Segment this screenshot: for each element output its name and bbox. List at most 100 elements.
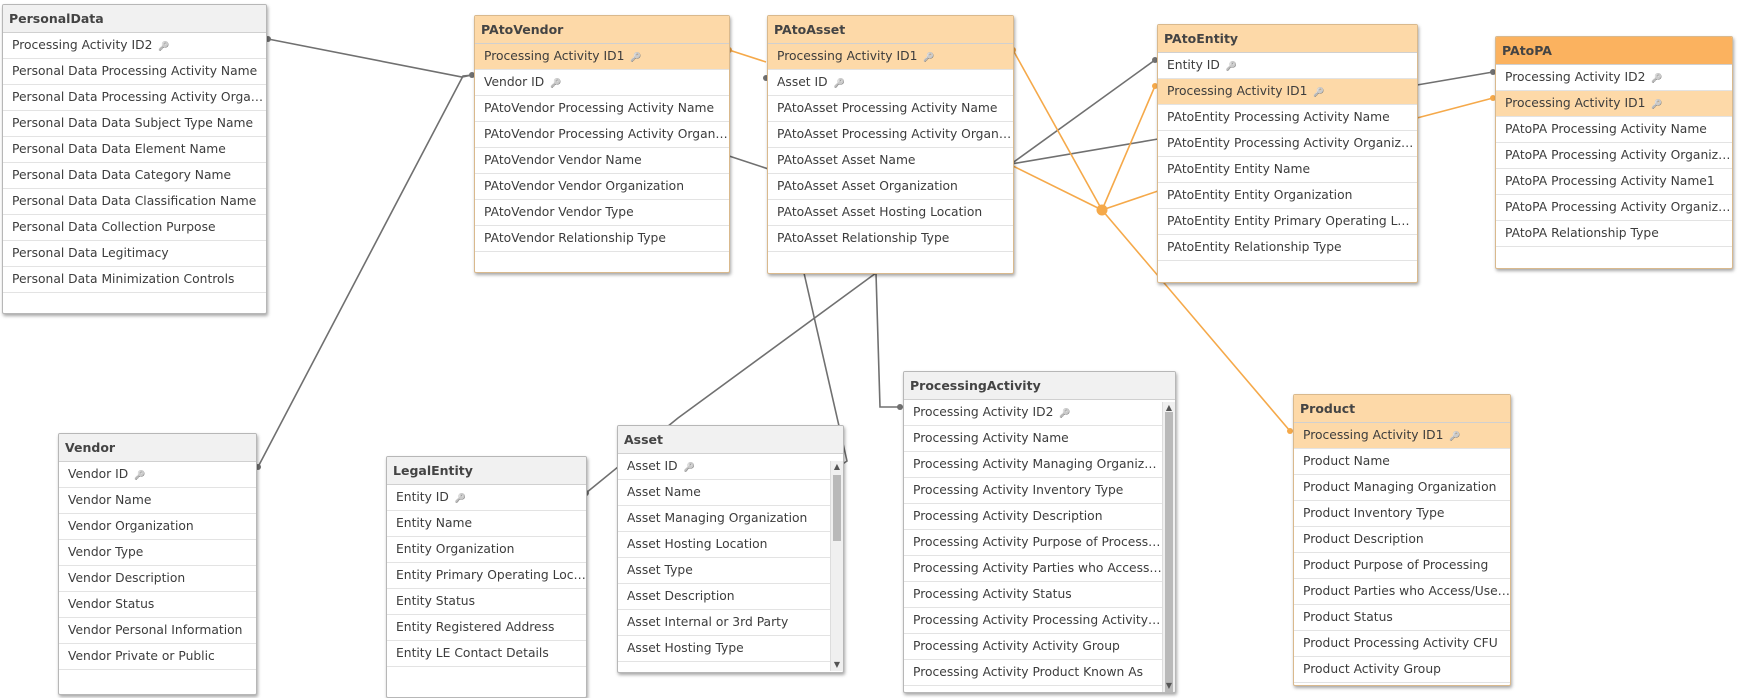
table-personaldata[interactable]: PersonalData Processing Activity ID2 🔑 Pers… xyxy=(2,4,267,314)
field-row[interactable]: Personal Data Minimization Controls xyxy=(3,267,266,293)
table-title[interactable]: PAtoAsset xyxy=(768,16,1013,44)
scroll-down-icon[interactable]: ▼ xyxy=(1164,681,1174,691)
field-row[interactable]: Entity ID 🔑 xyxy=(387,485,586,511)
scroll-up-icon[interactable]: ▲ xyxy=(832,462,842,472)
field-row[interactable]: PAtoVendor Vendor Type xyxy=(475,200,729,226)
field-row[interactable]: Vendor Status xyxy=(59,592,256,618)
field-row[interactable]: PAtoPA Relationship Type xyxy=(1496,221,1732,247)
field-row[interactable]: Asset Internal or 3rd Party xyxy=(618,610,830,636)
field-row[interactable]: Personal Data Processing Activity Name xyxy=(3,59,266,85)
field-row[interactable]: Product Activity Group xyxy=(1294,657,1510,683)
field-row[interactable]: Vendor Personal Information xyxy=(59,618,256,644)
field-row[interactable]: Vendor ID 🔑 xyxy=(475,70,729,96)
field-row[interactable]: Processing Activity Parties who Access/U… xyxy=(904,556,1162,582)
field-row[interactable]: Entity Primary Operating Location xyxy=(387,563,586,589)
table-title[interactable]: PAtoVendor xyxy=(475,16,729,44)
field-row[interactable]: Product Purpose of Processing xyxy=(1294,553,1510,579)
scrollbar[interactable]: ▲ ▼ xyxy=(830,461,843,671)
field-row[interactable]: PAtoEntity Relationship Type xyxy=(1158,235,1417,261)
scrollbar-thumb[interactable] xyxy=(833,475,841,541)
field-row[interactable]: Asset Description xyxy=(618,584,830,610)
field-row[interactable]: Processing Activity Status xyxy=(904,582,1162,608)
field-row[interactable]: Product Description xyxy=(1294,527,1510,553)
table-title[interactable]: LegalEntity xyxy=(387,457,586,485)
table-vendor[interactable]: Vendor Vendor ID 🔑 Vendor Name Vendor Organi… xyxy=(58,433,257,695)
field-row[interactable]: Asset Hosting Type xyxy=(618,636,830,662)
field-row[interactable]: PAtoPA Processing Activity Organization xyxy=(1496,143,1732,169)
table-title[interactable]: Vendor xyxy=(59,434,256,462)
field-row[interactable]: PAtoEntity Entity Name xyxy=(1158,157,1417,183)
table-patopa[interactable]: PAtoPA Processing Activity ID2 🔑 Processing… xyxy=(1495,36,1733,269)
table-title[interactable]: PAtoEntity xyxy=(1158,25,1417,53)
field-row[interactable]: PAtoEntity Entity Primary Operating Loca… xyxy=(1158,209,1417,235)
field-row[interactable]: PAtoPA Processing Activity Name xyxy=(1496,117,1732,143)
field-row[interactable]: Asset ID 🔑 xyxy=(768,70,1013,96)
field-row[interactable]: Vendor Private or Public xyxy=(59,644,256,670)
table-patovendor[interactable]: PAtoVendor Processing Activity ID1 🔑 Vendor… xyxy=(474,15,730,273)
field-row[interactable]: Entity Registered Address xyxy=(387,615,586,641)
table-patoentity[interactable]: PAtoEntity Entity ID 🔑 Processing Activity … xyxy=(1157,24,1418,283)
field-row[interactable]: PAtoVendor Processing Activity Organizat… xyxy=(475,122,729,148)
table-processingactivity[interactable]: ProcessingActivity Processing Activity ID… xyxy=(903,371,1176,693)
field-row[interactable]: Vendor Type xyxy=(59,540,256,566)
field-row[interactable]: PAtoAsset Asset Organization xyxy=(768,174,1013,200)
field-row[interactable]: Vendor Description xyxy=(59,566,256,592)
table-product[interactable]: Product Processing Activity ID1 🔑 Product N… xyxy=(1293,394,1511,686)
table-asset[interactable]: Asset Asset ID 🔑 Asset Name Asset Managing O… xyxy=(617,425,844,673)
field-row[interactable]: Entity Name xyxy=(387,511,586,537)
field-row[interactable]: Processing Activity ID1 🔑 xyxy=(768,44,1013,70)
field-row[interactable]: Processing Activity Processing Activity … xyxy=(904,608,1162,634)
table-title[interactable]: Asset xyxy=(618,426,843,454)
field-row[interactable]: PAtoVendor Vendor Name xyxy=(475,148,729,174)
field-row[interactable]: Processing Activity ID2 🔑 xyxy=(3,33,266,59)
field-row[interactable]: Processing Activity ID1 🔑 xyxy=(1294,423,1510,449)
field-row[interactable]: Processing Activity Description xyxy=(904,504,1162,530)
scroll-down-icon[interactable]: ▼ xyxy=(832,660,842,670)
field-row[interactable]: PAtoAsset Processing Activity Name xyxy=(768,96,1013,122)
field-row[interactable]: Processing Activity ID1 🔑 xyxy=(1496,91,1732,117)
field-row[interactable]: Asset Hosting Location xyxy=(618,532,830,558)
scrollbar-thumb[interactable] xyxy=(1165,412,1173,692)
field-row[interactable]: Processing Activity Managing Organizatio… xyxy=(904,452,1162,478)
field-row[interactable]: Asset Name xyxy=(618,480,830,506)
table-title[interactable]: Product xyxy=(1294,395,1510,423)
field-row[interactable]: Vendor Organization xyxy=(59,514,256,540)
field-row[interactable]: Product Parties who Access/Use Data xyxy=(1294,579,1510,605)
field-row[interactable]: Personal Data Collection Purpose xyxy=(3,215,266,241)
field-row[interactable]: Processing Activity Activity Group xyxy=(904,634,1162,660)
field-row[interactable]: Processing Activity ID1 🔑 xyxy=(475,44,729,70)
field-row[interactable]: PAtoPA Processing Activity Name1 xyxy=(1496,169,1732,195)
field-row[interactable]: Processing Activity ID2 🔑 xyxy=(904,400,1162,426)
field-row[interactable]: Product Managing Organization xyxy=(1294,475,1510,501)
field-row[interactable]: PAtoAsset Relationship Type xyxy=(768,226,1013,252)
field-row[interactable]: PAtoEntity Processing Activity Organizat… xyxy=(1158,131,1417,157)
field-row[interactable]: Personal Data Data Category Name xyxy=(3,163,266,189)
field-row[interactable]: Personal Data Legitimacy xyxy=(3,241,266,267)
field-row[interactable]: Product Processing Activity CFU xyxy=(1294,631,1510,657)
table-patoasset[interactable]: PAtoAsset Processing Activity ID1 🔑 Asset I… xyxy=(767,15,1014,274)
table-title[interactable]: PersonalData xyxy=(3,5,266,33)
field-row[interactable]: Processing Activity ID1 🔑 xyxy=(1158,79,1417,105)
field-row[interactable]: PAtoAsset Asset Name xyxy=(768,148,1013,174)
field-row[interactable]: Processing Activity Purpose of Processin… xyxy=(904,530,1162,556)
field-row[interactable]: Entity ID 🔑 xyxy=(1158,53,1417,79)
field-row[interactable]: Entity LE Contact Details xyxy=(387,641,586,667)
field-row[interactable]: PAtoVendor Relationship Type xyxy=(475,226,729,252)
field-row[interactable]: Asset Managing Organization xyxy=(618,506,830,532)
field-row[interactable]: Product Inventory Type xyxy=(1294,501,1510,527)
field-row[interactable]: PAtoEntity Entity Organization xyxy=(1158,183,1417,209)
field-row[interactable]: Entity Organization xyxy=(387,537,586,563)
field-row[interactable]: PAtoAsset Asset Hosting Location xyxy=(768,200,1013,226)
table-legalentity[interactable]: LegalEntity Entity ID 🔑 Entity Name Entity O… xyxy=(386,456,587,698)
field-row[interactable]: Entity Status xyxy=(387,589,586,615)
table-title[interactable]: ProcessingActivity xyxy=(904,372,1175,400)
scrollbar[interactable]: ▲ ▼ xyxy=(1162,402,1175,692)
field-row[interactable]: PAtoVendor Processing Activity Name xyxy=(475,96,729,122)
field-row[interactable]: Personal Data Data Classification Name xyxy=(3,189,266,215)
field-row[interactable]: Vendor ID 🔑 xyxy=(59,462,256,488)
field-row[interactable]: Processing Activity ID2 🔑 xyxy=(1496,65,1732,91)
field-row[interactable]: Asset ID 🔑 xyxy=(618,454,830,480)
field-row[interactable]: Product Status xyxy=(1294,605,1510,631)
field-row[interactable]: Processing Activity Product Known As xyxy=(904,660,1162,686)
field-row[interactable]: PAtoVendor Vendor Organization xyxy=(475,174,729,200)
